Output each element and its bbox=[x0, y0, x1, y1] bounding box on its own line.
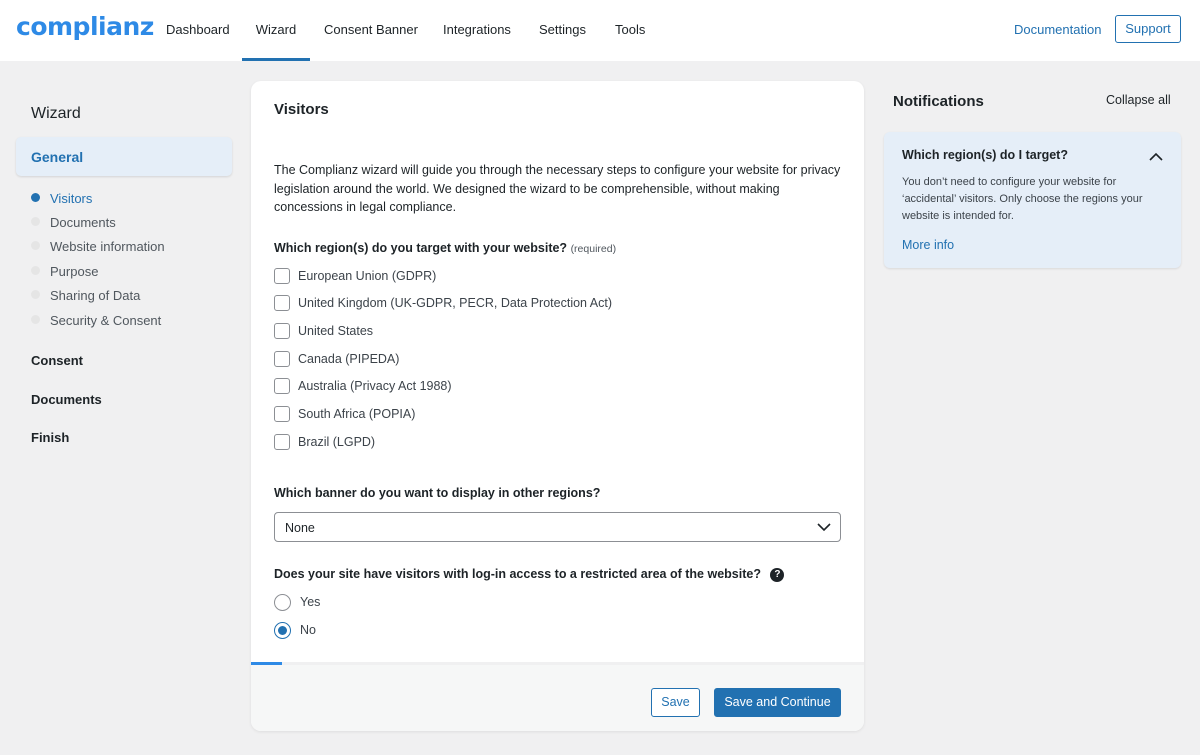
intro-text: The Complianz wizard will guide you thro… bbox=[274, 163, 841, 214]
support-button[interactable]: Support bbox=[1115, 15, 1181, 43]
checkbox-label: United States bbox=[298, 324, 374, 338]
nav-integrations[interactable]: Integrations bbox=[443, 0, 511, 61]
save-button[interactable]: Save bbox=[651, 688, 700, 717]
step-dot-icon bbox=[31, 266, 40, 275]
radio-label: No bbox=[300, 623, 316, 637]
notification-body: You don’t need to configure your website… bbox=[902, 176, 1143, 222]
nav-wizard[interactable]: Wizard bbox=[242, 0, 310, 61]
step-label: Documents bbox=[50, 215, 116, 230]
nav-dashboard[interactable]: Dashboard bbox=[166, 0, 230, 61]
regions-question: Which region(s) do you target with your … bbox=[274, 241, 616, 255]
complianz-logo[interactable]: complianz bbox=[16, 12, 154, 41]
checkbox[interactable] bbox=[274, 268, 290, 284]
radio-label: Yes bbox=[300, 595, 321, 609]
step-active-dot-icon bbox=[31, 193, 40, 202]
sidebar-title: Wizard bbox=[31, 105, 81, 122]
login-question-label: Does your site have visitors with log-in… bbox=[274, 567, 761, 581]
notification-title[interactable]: Which region(s) do I target? bbox=[902, 148, 1068, 162]
checkbox-label: Australia (Privacy Act 1988) bbox=[298, 379, 452, 393]
required-label: (required) bbox=[570, 243, 617, 255]
sidebar-section-consent[interactable]: Consent bbox=[31, 353, 83, 368]
banner-select[interactable]: None bbox=[274, 512, 841, 542]
chevron-up-icon[interactable] bbox=[1148, 149, 1164, 165]
checkbox-label: European Union (GDPR) bbox=[298, 269, 437, 283]
banner-question: Which banner do you want to display in o… bbox=[274, 486, 601, 500]
wizard-card: Visitors The Complianz wizard will guide… bbox=[251, 81, 864, 731]
card-footer: Save Save and Continue bbox=[251, 662, 864, 731]
radio-button[interactable] bbox=[274, 622, 291, 639]
checkbox[interactable] bbox=[274, 406, 290, 422]
sidebar-section-documents[interactable]: Documents bbox=[31, 392, 102, 407]
checkbox-label: Brazil (LGPD) bbox=[298, 435, 376, 449]
notifications-title: Notifications bbox=[893, 93, 984, 110]
banner-select-value: None bbox=[285, 521, 315, 535]
wizard-progress-bar bbox=[251, 662, 282, 665]
top-bar: complianz Dashboard Wizard Consent Banne… bbox=[0, 0, 1200, 61]
step-label: Sharing of Data bbox=[50, 288, 141, 303]
login-question: Does your site have visitors with log-in… bbox=[274, 567, 785, 582]
documentation-link[interactable]: Documentation bbox=[1014, 22, 1101, 37]
step-label: Security & Consent bbox=[50, 313, 162, 328]
save-and-continue-button[interactable]: Save and Continue bbox=[714, 688, 841, 717]
regions-question-label: Which region(s) do you target with your … bbox=[274, 241, 568, 255]
checkbox[interactable] bbox=[274, 351, 290, 367]
step-dot-icon bbox=[31, 241, 40, 250]
checkbox-label: Canada (PIPEDA) bbox=[298, 352, 400, 366]
more-info-link[interactable]: More info bbox=[902, 238, 954, 252]
checkbox-label: South Africa (POPIA) bbox=[298, 407, 416, 421]
step-dot-icon bbox=[31, 315, 40, 324]
checkbox[interactable] bbox=[274, 378, 290, 394]
step-label: Visitors bbox=[50, 191, 93, 206]
chevron-down-icon bbox=[817, 523, 831, 532]
step-dot-icon bbox=[31, 290, 40, 299]
page-title: Visitors bbox=[274, 101, 329, 118]
step-dot-icon bbox=[31, 217, 40, 226]
collapse-all-link[interactable]: Collapse all bbox=[1106, 93, 1171, 107]
radio-button[interactable] bbox=[274, 594, 291, 611]
sidebar-section-finish[interactable]: Finish bbox=[31, 430, 69, 445]
checkbox[interactable] bbox=[274, 323, 290, 339]
notification-card: Which region(s) do I target? You don’t n… bbox=[884, 132, 1181, 268]
nav-consent-banner[interactable]: Consent Banner bbox=[324, 0, 418, 61]
checkbox[interactable] bbox=[274, 434, 290, 450]
checkbox-label: United Kingdom (UK-GDPR, PECR, Data Prot… bbox=[298, 296, 613, 310]
sidebar-section-general[interactable]: General bbox=[16, 137, 232, 176]
nav-tools[interactable]: Tools bbox=[615, 0, 645, 61]
step-label: Purpose bbox=[50, 264, 99, 279]
sidebar-section-label: General bbox=[31, 149, 84, 165]
help-icon[interactable]: ? bbox=[770, 568, 785, 582]
checkbox[interactable] bbox=[274, 295, 290, 311]
nav-settings[interactable]: Settings bbox=[539, 0, 586, 61]
step-label: Website information bbox=[50, 239, 165, 254]
